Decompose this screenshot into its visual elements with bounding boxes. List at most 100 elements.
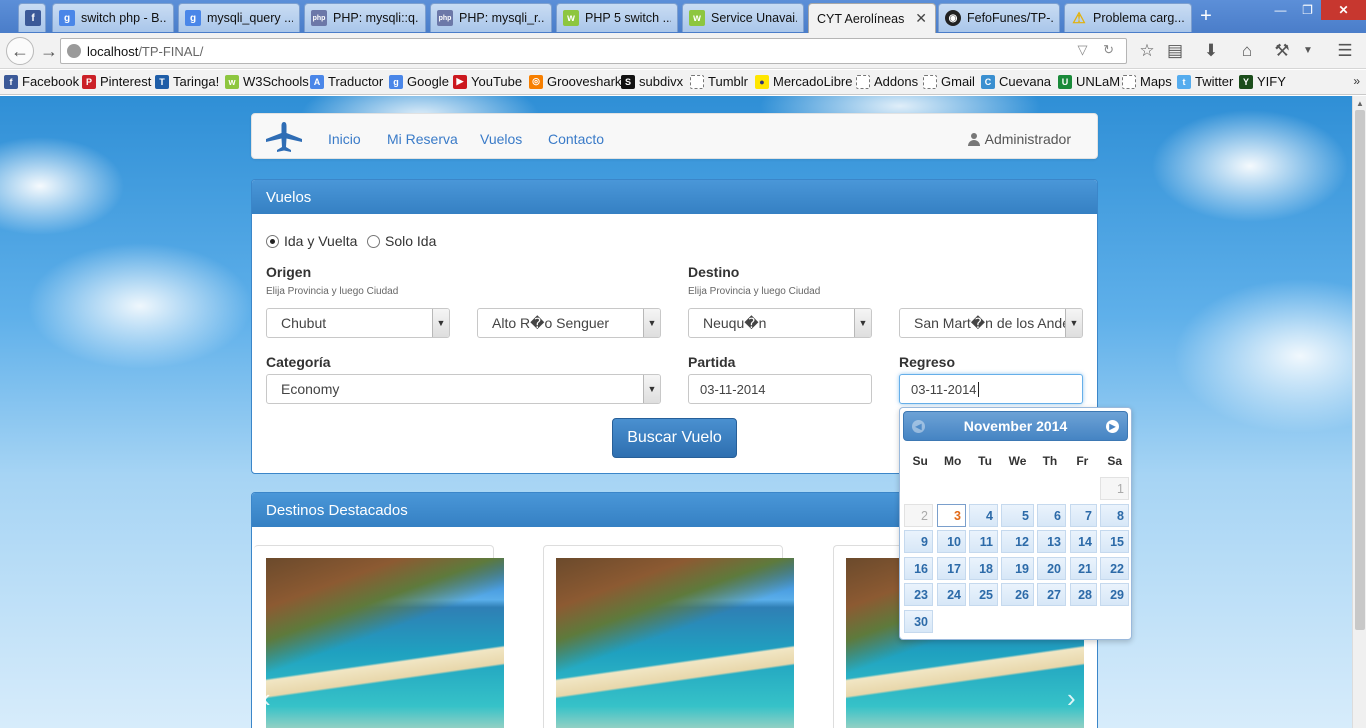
downloads-icon[interactable]: ⬇ bbox=[1199, 39, 1223, 63]
day-cell[interactable]: 23 bbox=[904, 583, 933, 606]
yify-icon: Y bbox=[1239, 74, 1253, 89]
tab-3[interactable]: php PHP: mysqli::q... bbox=[304, 3, 426, 32]
bookmark-w3schools[interactable]: w W3Schools bbox=[225, 74, 309, 89]
buscar-vuelo-button[interactable]: Buscar Vuelo bbox=[612, 418, 737, 458]
day-cell[interactable]: 9 bbox=[904, 530, 933, 553]
tab-2[interactable]: g mysqli_query ... bbox=[178, 3, 300, 32]
bookmark-maps[interactable]: Maps bbox=[1122, 74, 1172, 89]
day-cell[interactable]: 6 bbox=[1037, 503, 1066, 527]
day-cell[interactable]: 7 bbox=[1070, 503, 1097, 527]
origen-ciudad-select[interactable]: Alto R�o Senguer ▼ bbox=[477, 308, 661, 338]
scrollbar-thumb[interactable] bbox=[1355, 110, 1365, 630]
minimize-button[interactable]: — bbox=[1267, 0, 1294, 20]
nav-vuelos[interactable]: Vuelos bbox=[480, 131, 522, 147]
day-cell[interactable]: 30 bbox=[904, 609, 933, 633]
bookmark-cuevana[interactable]: C Cuevana bbox=[981, 74, 1051, 89]
bookmark-traductor[interactable]: A Traductor bbox=[310, 74, 383, 89]
back-button[interactable]: ← bbox=[6, 37, 34, 65]
radio-solo-ida[interactable]: Solo Ida bbox=[367, 233, 436, 249]
bookmark-mercadolibre[interactable]: ● MercadoLibre bbox=[755, 74, 853, 89]
day-cell[interactable]: 24 bbox=[937, 583, 966, 606]
tab-4[interactable]: php PHP: mysqli_r... bbox=[430, 3, 552, 32]
scroll-up-icon[interactable]: ▲ bbox=[1356, 99, 1364, 108]
tools-icon[interactable]: ⚒ bbox=[1270, 39, 1294, 63]
day-cell[interactable]: 5 bbox=[1001, 503, 1034, 527]
day-cell[interactable]: 12 bbox=[1001, 530, 1034, 553]
carousel-next-icon[interactable]: › bbox=[1067, 683, 1076, 714]
close-tab-icon[interactable]: ✕ bbox=[915, 10, 927, 27]
day-cell[interactable]: 11 bbox=[969, 530, 998, 553]
bookmark-twitter[interactable]: t Twitter bbox=[1177, 74, 1233, 89]
menu-icon[interactable]: ☰ bbox=[1333, 39, 1357, 63]
airplane-logo-icon[interactable] bbox=[264, 120, 304, 154]
regreso-date-input[interactable]: 03-11-2014 bbox=[899, 374, 1083, 404]
bookmark-taringa[interactable]: T Taringa! bbox=[155, 74, 219, 89]
radio-ida-y-vuelta[interactable]: Ida y Vuelta bbox=[266, 233, 357, 249]
destino-card[interactable] bbox=[254, 545, 504, 728]
bookmark-tumblr[interactable]: Tumblr bbox=[690, 74, 748, 89]
carousel-prev-icon[interactable]: ‹ bbox=[262, 683, 271, 714]
tab-5[interactable]: w PHP 5 switch ... bbox=[556, 3, 678, 32]
tab-active[interactable]: CYT Aerolíneas ✕ bbox=[808, 3, 936, 33]
vertical-scrollbar[interactable]: ▲ bbox=[1352, 96, 1366, 728]
bookmark-yify[interactable]: Y YIFY bbox=[1239, 74, 1286, 89]
day-cell[interactable]: 19 bbox=[1001, 556, 1034, 580]
tab-9[interactable]: ⚠ Problema carg... bbox=[1064, 3, 1192, 32]
close-window-button[interactable]: ✕ bbox=[1321, 0, 1366, 20]
bookmark-gmail[interactable]: Gmail bbox=[923, 74, 975, 89]
bookmark-star-icon[interactable]: ☆ bbox=[1135, 39, 1159, 63]
day-cell[interactable]: 29 bbox=[1100, 583, 1129, 606]
day-cell[interactable]: 13 bbox=[1037, 530, 1066, 553]
day-cell[interactable]: 21 bbox=[1070, 556, 1097, 580]
bookmark-unlam[interactable]: U UNLaM bbox=[1058, 74, 1120, 89]
destino-card[interactable] bbox=[543, 545, 794, 728]
chevron-down-icon[interactable]: ▼ bbox=[1296, 39, 1320, 63]
bookmark-pinterest[interactable]: P Pinterest bbox=[82, 74, 151, 89]
tab-facebook[interactable]: f bbox=[18, 3, 46, 32]
day-cell[interactable]: 27 bbox=[1037, 583, 1066, 606]
bookmark-facebook[interactable]: f Facebook bbox=[4, 74, 79, 89]
forward-button[interactable]: → bbox=[36, 38, 62, 64]
partida-date-input[interactable]: 03-11-2014 bbox=[688, 374, 872, 404]
reload-icon[interactable]: ▽ ↻ bbox=[1077, 42, 1120, 58]
day-cell[interactable]: 26 bbox=[1001, 583, 1034, 606]
user-menu[interactable]: Administrador bbox=[967, 131, 1071, 147]
tab-6[interactable]: w Service Unavai... bbox=[682, 3, 804, 32]
day-cell[interactable]: 16 bbox=[904, 556, 933, 580]
categoria-select[interactable]: Economy ▼ bbox=[266, 374, 661, 404]
day-cell[interactable]: 20 bbox=[1037, 556, 1066, 580]
address-bar[interactable]: localhost/TP-FINAL/ ▽ ↻ bbox=[60, 38, 1127, 64]
bookmark-google[interactable]: g Google bbox=[389, 74, 449, 89]
prev-month-icon[interactable]: ◀ bbox=[912, 420, 925, 433]
bookmark-grooveshark[interactable]: ◎ Grooveshark bbox=[529, 74, 621, 89]
more-bookmarks-icon[interactable]: » bbox=[1353, 74, 1360, 88]
nav-contacto[interactable]: Contacto bbox=[548, 131, 604, 147]
day-cell[interactable]: 4 bbox=[969, 503, 998, 527]
origen-provincia-select[interactable]: Chubut ▼ bbox=[266, 308, 450, 338]
day-cell[interactable]: 18 bbox=[969, 556, 998, 580]
day-cell[interactable]: 22 bbox=[1100, 556, 1129, 580]
home-icon[interactable]: ⌂ bbox=[1235, 39, 1259, 63]
bookmark-youtube[interactable]: ▶ YouTube bbox=[453, 74, 522, 89]
today-cell[interactable]: 3 bbox=[937, 503, 966, 527]
destino-ciudad-select[interactable]: San Mart�n de los Andes ▼ bbox=[899, 308, 1083, 338]
maximize-button[interactable]: ❐ bbox=[1294, 0, 1321, 20]
destino-provincia-select[interactable]: Neuqu�n ▼ bbox=[688, 308, 872, 338]
day-cell[interactable]: 17 bbox=[937, 556, 966, 580]
day-cell[interactable]: 14 bbox=[1070, 530, 1097, 553]
bookmark-addons[interactable]: Addons bbox=[856, 74, 918, 89]
day-cell[interactable]: 15 bbox=[1100, 530, 1129, 553]
next-month-icon[interactable]: ▶ bbox=[1106, 420, 1119, 433]
day-cell[interactable]: 8 bbox=[1100, 503, 1129, 527]
reading-list-icon[interactable]: ▤ bbox=[1163, 39, 1187, 63]
day-cell[interactable]: 28 bbox=[1070, 583, 1097, 606]
day-cell[interactable]: 25 bbox=[969, 583, 998, 606]
nav-inicio[interactable]: Inicio bbox=[328, 131, 361, 147]
tab-1[interactable]: g switch php - B... bbox=[52, 3, 174, 32]
tab-8[interactable]: ◉ FefoFunes/TP-... bbox=[938, 3, 1060, 32]
day-cell[interactable]: 10 bbox=[937, 530, 966, 553]
nav-mi-reserva[interactable]: Mi Reserva bbox=[387, 131, 458, 147]
url-host: localhost bbox=[87, 43, 139, 59]
bookmark-subdivx[interactable]: Ssubdivx bbox=[621, 74, 683, 89]
new-tab-button[interactable]: + bbox=[1196, 6, 1216, 26]
